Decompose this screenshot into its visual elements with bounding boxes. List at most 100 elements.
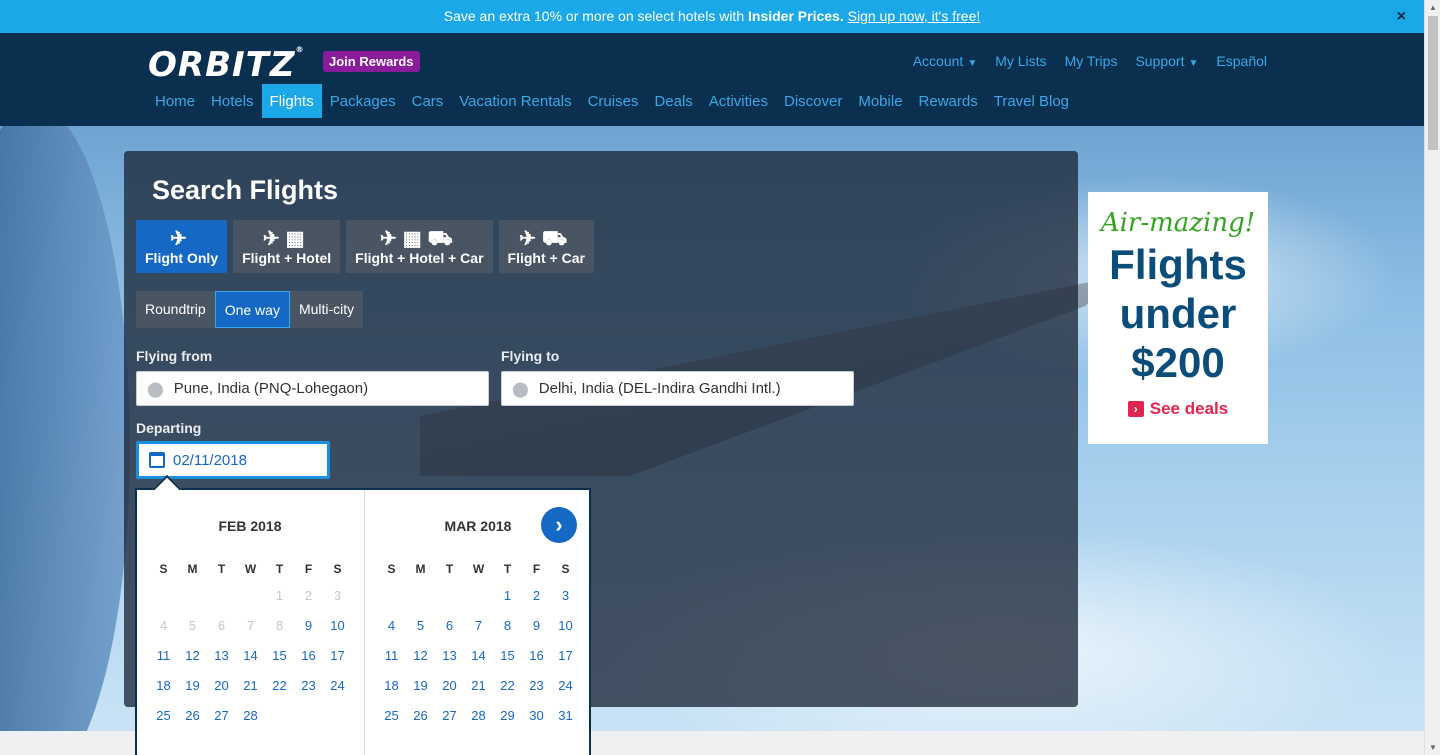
calendar-day[interactable]: 19: [406, 676, 435, 706]
calendar-day[interactable]: 27: [435, 706, 464, 736]
calendar-day[interactable]: 16: [522, 646, 551, 676]
nav-home[interactable]: Home: [147, 84, 203, 118]
calendar-day[interactable]: 13: [435, 646, 464, 676]
calendar-day[interactable]: 18: [377, 676, 406, 706]
nav-mobile[interactable]: Mobile: [850, 84, 910, 118]
departing-label: Departing: [136, 420, 202, 436]
calendar-day: 2: [304, 588, 313, 603]
calendar-day[interactable]: 9: [294, 616, 323, 646]
calendar-day[interactable]: 8: [493, 616, 522, 646]
trip-type-tabs: Roundtrip One way Multi-city: [136, 291, 364, 328]
tab-flight-only[interactable]: ✈ Flight Only: [136, 220, 228, 273]
page-scrollbar[interactable]: ▲ ▼: [1424, 0, 1440, 755]
calendar-day[interactable]: 1: [493, 586, 522, 616]
calendar-day[interactable]: 24: [323, 676, 352, 706]
calendar-day[interactable]: 17: [551, 646, 580, 676]
nav-activities[interactable]: Activities: [701, 84, 776, 118]
calendar-day[interactable]: 12: [406, 646, 435, 676]
calendar-day[interactable]: 26: [406, 706, 435, 736]
calendar-day[interactable]: 25: [149, 706, 178, 736]
calendar-day[interactable]: 22: [493, 676, 522, 706]
account-menu[interactable]: Account ▼: [913, 53, 978, 69]
tab-flight-hotel[interactable]: ✈▦ Flight + Hotel: [233, 220, 341, 273]
flights-deal-ad[interactable]: Air-mazing! Flights under $200 › See deal…: [1088, 192, 1268, 444]
calendar-day[interactable]: 12: [178, 646, 207, 676]
join-rewards-button[interactable]: Join Rewards: [323, 51, 420, 72]
calendar-day[interactable]: 9: [522, 616, 551, 646]
calendar-day: 5: [188, 618, 197, 633]
close-icon[interactable]: ×: [1397, 0, 1406, 33]
see-deals-link[interactable]: › See deals: [1088, 399, 1268, 419]
my-trips-link[interactable]: My Trips: [1065, 53, 1118, 69]
nav-hotels[interactable]: Hotels: [203, 84, 262, 118]
calendar-day[interactable]: 20: [207, 676, 236, 706]
calendar-day[interactable]: 21: [236, 676, 265, 706]
orbitz-logo[interactable]: ORBITZ®: [148, 45, 305, 85]
support-menu[interactable]: Support ▼: [1135, 53, 1198, 69]
scroll-up-icon[interactable]: ▲: [1429, 3, 1437, 12]
tab-flight-car[interactable]: ✈⛟ Flight + Car: [498, 220, 594, 273]
calendar-day[interactable]: 23: [522, 676, 551, 706]
plane-icon: ✈: [170, 228, 193, 250]
nav-discover[interactable]: Discover: [776, 84, 850, 118]
location-pin-icon: ⬤: [147, 380, 164, 398]
tab-multi-city[interactable]: Multi-city: [289, 291, 364, 328]
calendar-day[interactable]: 2: [522, 586, 551, 616]
next-month-button[interactable]: ›: [541, 507, 577, 543]
calendar-day[interactable]: 13: [207, 646, 236, 676]
my-lists-link[interactable]: My Lists: [995, 53, 1046, 69]
departing-date-field[interactable]: 02/11/2018: [136, 441, 330, 479]
nav-rewards[interactable]: Rewards: [911, 84, 986, 118]
calendar-day[interactable]: 19: [178, 676, 207, 706]
tab-roundtrip[interactable]: Roundtrip: [136, 291, 215, 328]
nav-flights[interactable]: Flights: [261, 84, 322, 118]
scrollbar-thumb[interactable]: [1428, 16, 1438, 150]
calendar-day[interactable]: 11: [149, 646, 178, 676]
calendar-day[interactable]: 30: [522, 706, 551, 736]
calendar-day[interactable]: 23: [294, 676, 323, 706]
nav-cars[interactable]: Cars: [404, 84, 452, 118]
calendar-day[interactable]: 7: [464, 616, 493, 646]
calendar-day[interactable]: 14: [464, 646, 493, 676]
calendar-day[interactable]: 5: [406, 616, 435, 646]
calendar-day[interactable]: 26: [178, 706, 207, 736]
weekday-label: M: [415, 562, 426, 576]
calendar-day[interactable]: 11: [377, 646, 406, 676]
tab-one-way[interactable]: One way: [214, 291, 290, 328]
calendar-day: 7: [246, 618, 255, 633]
day-grid: 1 2 3 4 5 6 7 8 9 10 11 12 13 14 15 16 17 18 19 20 21 22 23 24 2…: [149, 586, 352, 736]
nav-vacation-rentals[interactable]: Vacation Rentals: [451, 84, 579, 118]
calendar-day[interactable]: 27: [207, 706, 236, 736]
scroll-down-icon[interactable]: ▼: [1429, 743, 1437, 752]
calendar-day[interactable]: 16: [294, 646, 323, 676]
calendar-day[interactable]: 29: [493, 706, 522, 736]
nav-travel-blog[interactable]: Travel Blog: [986, 84, 1077, 118]
calendar-day[interactable]: 18: [149, 676, 178, 706]
flying-from-field[interactable]: ⬤ Pune, India (PNQ-Lohegaon): [136, 371, 489, 406]
calendar-day[interactable]: 22: [265, 676, 294, 706]
calendar-day[interactable]: 24: [551, 676, 580, 706]
calendar-day[interactable]: 6: [435, 616, 464, 646]
calendar-day[interactable]: 15: [493, 646, 522, 676]
calendar-day[interactable]: 20: [435, 676, 464, 706]
promo-bold-text: Insider Prices.: [748, 8, 844, 24]
promo-signup-link[interactable]: Sign up now, it's free!: [848, 8, 981, 24]
calendar-day[interactable]: 28: [236, 706, 265, 736]
calendar-day[interactable]: 4: [377, 616, 406, 646]
calendar-day[interactable]: 3: [551, 586, 580, 616]
nav-deals[interactable]: Deals: [646, 84, 700, 118]
calendar-day[interactable]: 15: [265, 646, 294, 676]
calendar-day[interactable]: 10: [323, 616, 352, 646]
flying-to-field[interactable]: ⬤ Delhi, India (DEL-Indira Gandhi Intl.): [501, 371, 854, 406]
calendar-day[interactable]: 25: [377, 706, 406, 736]
calendar-day[interactable]: 10: [551, 616, 580, 646]
calendar-day[interactable]: 31: [551, 706, 580, 736]
calendar-day[interactable]: 17: [323, 646, 352, 676]
calendar-day[interactable]: 14: [236, 646, 265, 676]
nav-cruises[interactable]: Cruises: [580, 84, 647, 118]
language-link[interactable]: Español: [1216, 53, 1267, 69]
calendar-day[interactable]: 21: [464, 676, 493, 706]
nav-packages[interactable]: Packages: [322, 84, 404, 118]
tab-flight-hotel-car[interactable]: ✈▦⛟ Flight + Hotel + Car: [346, 220, 493, 273]
calendar-day[interactable]: 28: [464, 706, 493, 736]
